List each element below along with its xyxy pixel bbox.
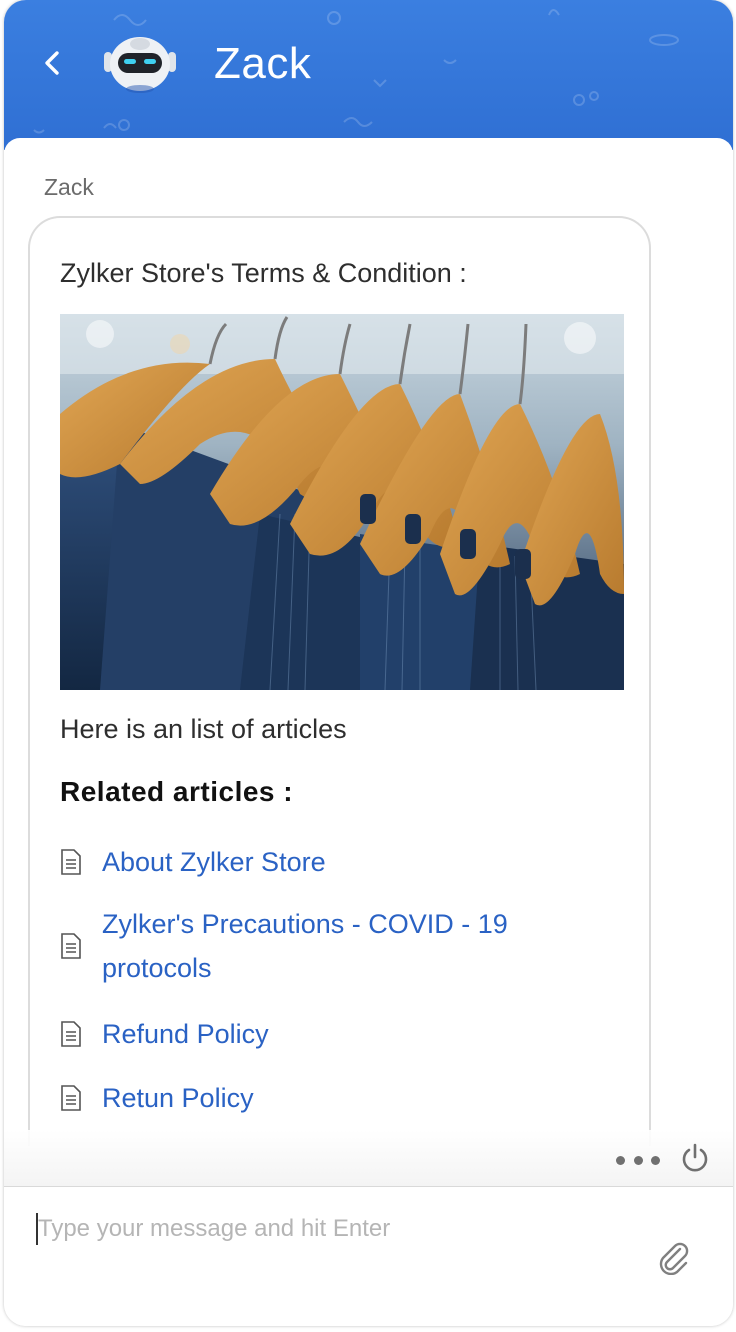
article-label: Refund Policy bbox=[102, 1019, 269, 1049]
chat-widget: Zack Zack Zylker Store's Terms & Conditi… bbox=[4, 0, 733, 1326]
message-card: Zylker Store's Terms & Condition : Here … bbox=[28, 216, 651, 1146]
sender-name: Zack bbox=[44, 174, 94, 200]
document-icon bbox=[61, 933, 81, 959]
message-title: Zylker Store's Terms & Condition : bbox=[60, 258, 467, 288]
back-button[interactable] bbox=[32, 40, 72, 86]
article-link-about[interactable]: About Zylker Store bbox=[60, 840, 572, 884]
article-label: About Zylker Store bbox=[102, 847, 326, 877]
message-composer bbox=[4, 1186, 733, 1326]
paperclip-icon[interactable] bbox=[656, 1239, 690, 1275]
more-options-button[interactable] bbox=[616, 1150, 660, 1170]
message-image[interactable] bbox=[60, 314, 624, 690]
hangers-photo bbox=[60, 314, 624, 690]
document-icon bbox=[61, 1021, 81, 1047]
article-link-return[interactable]: Retun Policy bbox=[60, 1076, 572, 1120]
article-link-refund[interactable]: Refund Policy bbox=[60, 1012, 572, 1056]
message-text: Here is an list of articles bbox=[60, 714, 347, 744]
article-link-covid[interactable]: Zylker's Precautions - COVID - 19 protoc… bbox=[60, 902, 572, 990]
document-icon bbox=[61, 849, 81, 875]
chat-header: Zack bbox=[4, 0, 733, 150]
more-dots-icon bbox=[616, 1155, 625, 1165]
robot-avatar bbox=[104, 37, 176, 93]
message-input[interactable] bbox=[38, 1209, 638, 1249]
article-label: Retun Policy bbox=[102, 1083, 254, 1113]
chat-body: Zack Zylker Store's Terms & Condition : bbox=[4, 138, 733, 1146]
article-label: Zylker's Precautions - COVID - 19 protoc… bbox=[102, 909, 508, 983]
power-icon[interactable] bbox=[680, 1142, 710, 1174]
document-icon bbox=[61, 1085, 81, 1111]
chat-title: Zack bbox=[214, 39, 312, 88]
related-articles-heading: Related articles : bbox=[60, 776, 294, 807]
chevron-left-icon bbox=[45, 51, 59, 75]
